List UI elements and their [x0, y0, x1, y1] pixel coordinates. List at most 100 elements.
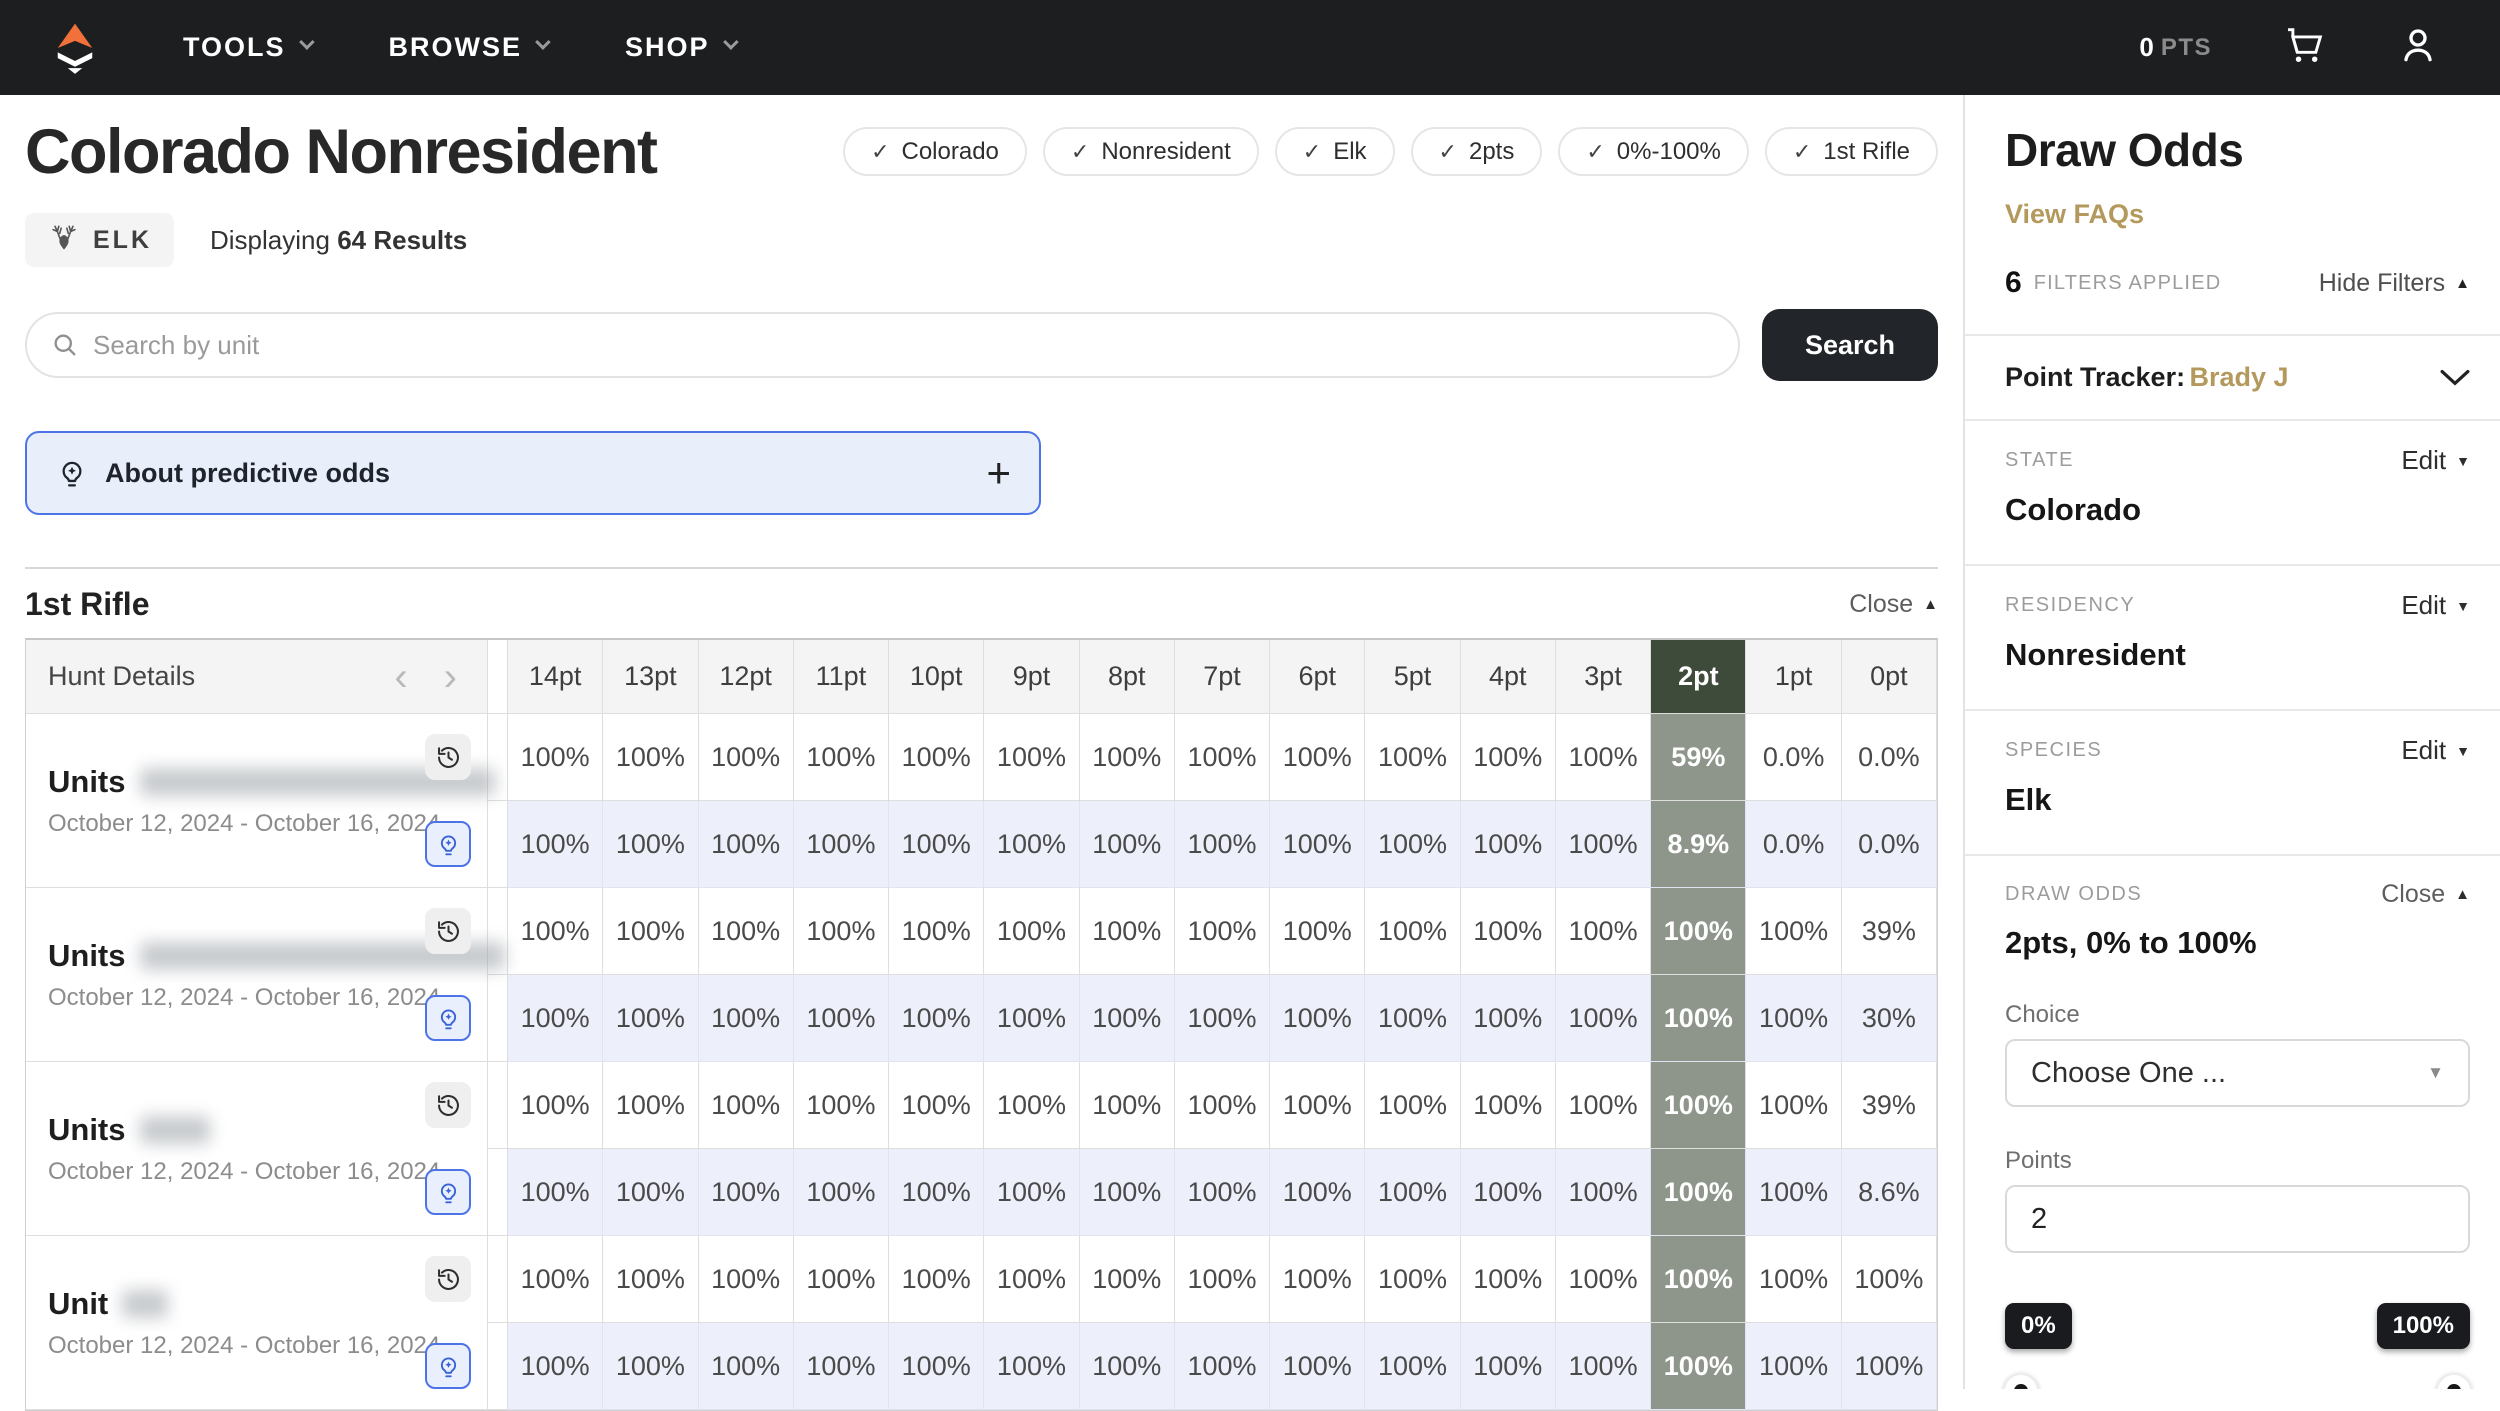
odds-cell: 0.0% — [1842, 801, 1937, 888]
history-button[interactable] — [425, 734, 471, 780]
filter-chip-1st-rifle[interactable]: ✓1st Rifle — [1765, 127, 1938, 176]
odds-cell: 100% — [508, 1323, 603, 1410]
history-button[interactable] — [425, 908, 471, 954]
odds-cell: 100% — [889, 1149, 984, 1236]
odds-cell: 100% — [889, 714, 984, 801]
odds-cell: 100% — [984, 1149, 1079, 1236]
column-header-12pt: 12pt — [699, 640, 794, 714]
odds-cell: 100% — [794, 801, 889, 888]
history-icon — [435, 1092, 462, 1119]
odds-cell: 100% — [603, 975, 698, 1062]
odds-cell: 100% — [1270, 801, 1365, 888]
history-button[interactable] — [425, 1256, 471, 1302]
edit-residency-button[interactable]: Edit▼ — [2401, 590, 2470, 621]
view-faqs-link[interactable]: View FAQs — [2005, 199, 2144, 230]
odds-cell: 100% — [984, 888, 1079, 975]
odds-cell: 100% — [603, 1323, 698, 1410]
search-box — [25, 312, 1740, 378]
filter-section-residency: RESIDENCYEdit▼Nonresident — [1965, 564, 2500, 709]
filter-chip-elk[interactable]: ✓Elk — [1275, 127, 1395, 176]
hunt-details-cell: UnitsOctober 12, 2024 - October 16, 2024 — [26, 888, 488, 1062]
odds-cell: 100% — [1461, 1323, 1556, 1410]
lightbulb-icon — [435, 1353, 462, 1380]
odds-cell: 100% — [984, 801, 1079, 888]
draw-odds-summary: 2pts, 0% to 100% — [2005, 925, 2470, 961]
predictive-odds-button[interactable] — [425, 1169, 471, 1215]
check-icon: ✓ — [1071, 139, 1089, 165]
odds-cell: 100% — [508, 801, 603, 888]
odds-cell: 30% — [1842, 975, 1937, 1062]
odds-cell: 100% — [508, 1062, 603, 1149]
edit-state-button[interactable]: Edit▼ — [2401, 445, 2470, 476]
close-draw-odds-button[interactable]: Close ▲ — [2381, 880, 2470, 909]
close-section-button[interactable]: Close ▲ — [1849, 590, 1938, 619]
odds-cell: 100% — [1556, 1062, 1651, 1149]
odds-cell: 100% — [1556, 1149, 1651, 1236]
lightbulb-icon — [435, 1005, 462, 1032]
choice-label: Choice — [2005, 1001, 2470, 1029]
elk-icon — [47, 223, 81, 257]
filter-chip-2pts[interactable]: ✓2pts — [1411, 127, 1543, 176]
nav-browse[interactable]: BROWSE — [389, 32, 548, 63]
scroll-columns-right-button[interactable]: › — [444, 657, 457, 697]
hide-filters-button[interactable]: Hide Filters ▲ — [2319, 269, 2470, 298]
odds-cell: 100% — [1461, 714, 1556, 801]
points-indicator[interactable]: 0 PTS — [2139, 32, 2212, 63]
scroll-columns-left-button[interactable]: ‹ — [394, 657, 407, 697]
odds-cell: 100% — [1365, 1323, 1460, 1410]
brand-logo[interactable] — [52, 21, 98, 75]
choice-select[interactable]: Choose One ... ▼ — [2005, 1039, 2470, 1107]
point-tracker-row[interactable]: Point Tracker: Brady J — [1965, 334, 2500, 419]
point-tracker-value: Brady J — [2190, 362, 2289, 392]
predictive-odds-banner[interactable]: About predictive odds + — [25, 431, 1041, 515]
person-icon — [2398, 25, 2438, 65]
predictive-odds-button[interactable] — [425, 1343, 471, 1389]
redacted-unit-numbers — [122, 1290, 168, 1318]
nav-tools[interactable]: TOOLS — [183, 32, 311, 63]
active-filter-chips: ✓Colorado✓Nonresident✓Elk✓2pts✓0%-100%✓1… — [843, 127, 1938, 176]
predictive-odds-button[interactable] — [425, 821, 471, 867]
chip-label: 1st Rifle — [1823, 138, 1910, 166]
odds-cell: 100% — [699, 714, 794, 801]
hunt-dates: October 12, 2024 - October 16, 2024 — [48, 1332, 440, 1360]
spacer-column — [488, 1062, 508, 1149]
history-button[interactable] — [425, 1082, 471, 1128]
search-button[interactable]: Search — [1762, 309, 1938, 381]
odds-cell: 100% — [1746, 1149, 1841, 1236]
odds-cell: 100% — [1270, 1323, 1365, 1410]
column-header-6pt: 6pt — [1270, 640, 1365, 714]
odds-cell: 100% — [699, 1236, 794, 1323]
nav-shop[interactable]: SHOP — [625, 32, 735, 63]
results-count: Displaying 64 Results — [210, 225, 467, 256]
odds-cell: 100% — [1746, 1323, 1841, 1410]
filter-chip-colorado[interactable]: ✓Colorado — [843, 127, 1027, 176]
filter-chip-nonresident[interactable]: ✓Nonresident — [1043, 127, 1259, 176]
points-input[interactable] — [2005, 1185, 2470, 1253]
odds-cell: 100% — [508, 1236, 603, 1323]
predictive-odds-button[interactable] — [425, 995, 471, 1041]
search-input[interactable] — [93, 330, 1714, 361]
cart-button[interactable] — [2284, 25, 2326, 70]
odds-cell: 100% — [1270, 1062, 1365, 1149]
column-header-2pt: 2pt — [1651, 640, 1746, 714]
chip-label: Elk — [1333, 138, 1366, 166]
account-button[interactable] — [2398, 25, 2438, 70]
filter-chip-0-100[interactable]: ✓0%-100% — [1558, 127, 1749, 176]
odds-cell: 100% — [1651, 1149, 1746, 1236]
points-value: 0 — [2139, 32, 2153, 63]
slider-track[interactable] — [2005, 1373, 2470, 1389]
slider-min-handle[interactable] — [2003, 1373, 2039, 1389]
column-header-10pt: 10pt — [889, 640, 984, 714]
spacer-column — [488, 801, 508, 888]
odds-cell: 100% — [1842, 1323, 1937, 1410]
spacer-column — [488, 1149, 508, 1236]
odds-cell: 100% — [1365, 888, 1460, 975]
expand-plus-icon[interactable]: + — [986, 452, 1011, 494]
odds-cell: 8.9% — [1651, 801, 1746, 888]
odds-cell: 100% — [699, 1323, 794, 1410]
check-icon: ✓ — [871, 139, 889, 165]
odds-cell: 100% — [1461, 1062, 1556, 1149]
slider-max-handle[interactable] — [2436, 1373, 2472, 1389]
cart-icon — [2284, 25, 2326, 65]
edit-species-button[interactable]: Edit▼ — [2401, 735, 2470, 766]
